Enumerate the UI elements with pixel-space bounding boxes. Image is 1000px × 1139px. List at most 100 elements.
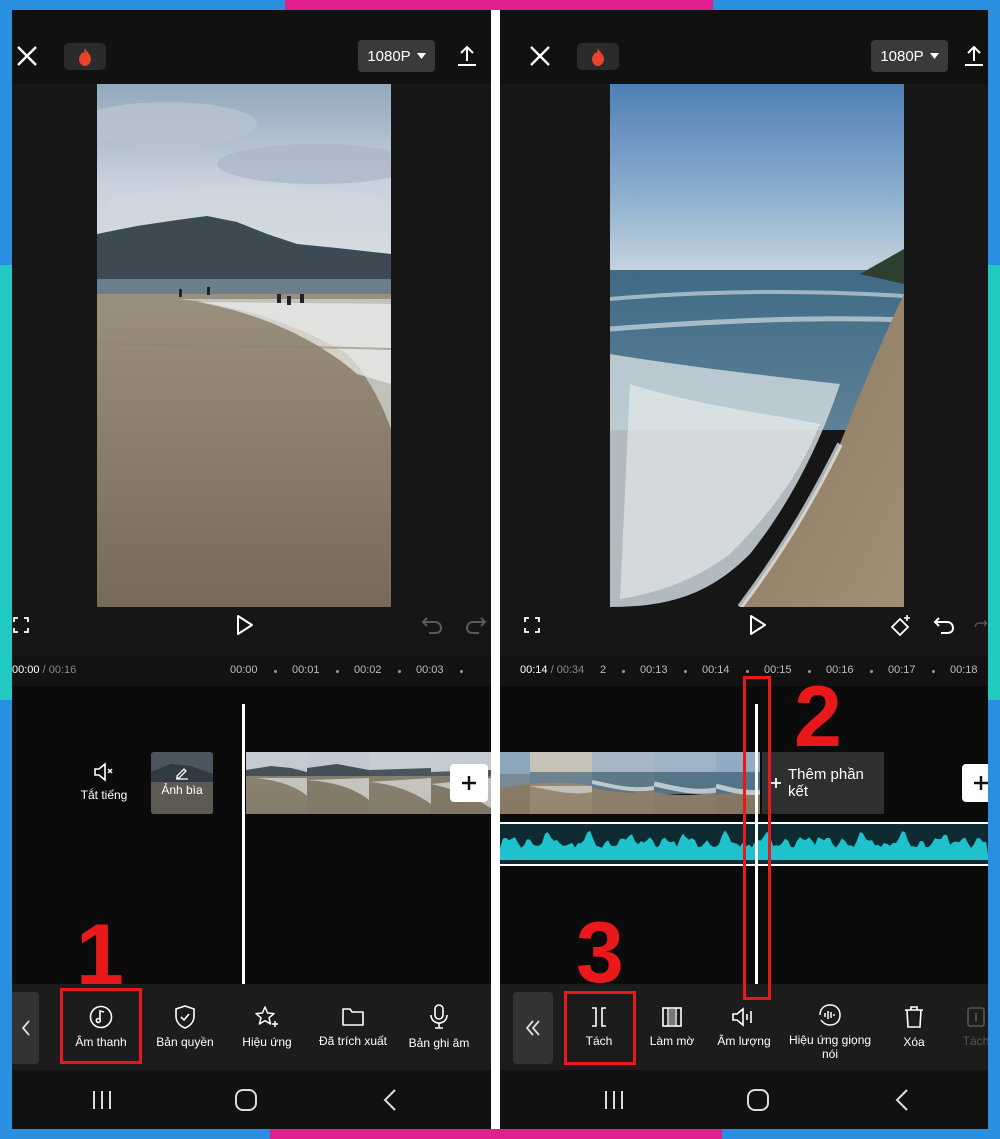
shield-check-icon <box>175 1005 195 1029</box>
redo-icon[interactable] <box>974 608 988 642</box>
back-button[interactable] <box>12 992 39 1064</box>
video-frame-beach-mountain[interactable] <box>97 84 391 607</box>
caret-down-icon <box>416 53 426 59</box>
highlight-split-tool <box>564 991 636 1065</box>
close-icon[interactable] <box>525 40 555 72</box>
add-ending-line1: Thêm phần <box>788 766 864 783</box>
ruler-tick: 00:01 <box>292 664 320 676</box>
fullscreen-icon[interactable] <box>12 608 30 642</box>
ruler-dot <box>932 670 935 673</box>
playback-controls <box>500 608 988 642</box>
ruler-dot <box>746 670 749 673</box>
top-bar: 1080P <box>12 10 491 84</box>
close-icon[interactable] <box>12 40 42 72</box>
clip-thumbnail <box>500 752 530 814</box>
ruler-tick: 00:00 <box>230 664 258 676</box>
back-nav-icon[interactable] <box>372 1086 408 1114</box>
fire-icon[interactable] <box>64 43 106 70</box>
blur-icon <box>662 1007 682 1027</box>
resolution-selector[interactable]: 1080P <box>871 40 948 72</box>
add-clip-button[interactable] <box>450 764 488 802</box>
edit-pencil-icon <box>176 768 188 780</box>
star-sparkle-icon <box>255 1006 278 1027</box>
recent-apps-icon[interactable] <box>596 1086 632 1114</box>
play-icon[interactable] <box>230 608 260 642</box>
left-screenshot-panel: 1080P 00:00 / 00:16 00:00 00:01 00:02 00… <box>12 10 491 1129</box>
tool-extract-partial[interactable]: Tách <box>956 984 988 1070</box>
right-screenshot-panel: 1080P 00:14 / 00:34 2 00:13 00:14 00:15 … <box>500 10 988 1129</box>
resolution-label: 1080P <box>367 47 411 65</box>
ruler-tick: 00:13 <box>640 664 668 676</box>
clip-thumbnail <box>592 752 654 814</box>
voice-effect-icon <box>819 1004 841 1026</box>
speaker-icon <box>94 762 113 782</box>
chevron-left-icon <box>21 1020 30 1036</box>
fire-icon[interactable] <box>577 43 619 70</box>
ruler-tick: 2 <box>600 664 607 676</box>
ruler-tick: 00:17 <box>888 664 916 676</box>
step-number-2: 2 <box>794 669 842 765</box>
play-icon[interactable] <box>743 608 773 642</box>
android-nav-bar <box>500 1070 988 1129</box>
android-nav-bar <box>12 1070 491 1129</box>
undo-icon[interactable] <box>418 608 446 642</box>
extract-icon <box>967 1007 985 1027</box>
home-icon[interactable] <box>740 1086 776 1114</box>
clip-thumbnail <box>307 752 369 814</box>
mute-label: Tắt tiếng <box>80 788 128 802</box>
clip-thumbnail <box>530 752 592 814</box>
resolution-selector[interactable]: 1080P <box>358 40 435 72</box>
frame-accent-right-teal <box>988 265 1000 700</box>
upload-icon[interactable] <box>452 40 482 72</box>
clip-thumbnail <box>369 752 431 814</box>
ruler-dot <box>398 670 401 673</box>
plus-icon <box>771 778 781 788</box>
upload-icon[interactable] <box>964 40 988 72</box>
undo-icon[interactable] <box>930 608 958 642</box>
clip-thumbnail <box>246 752 307 814</box>
home-icon[interactable] <box>228 1086 264 1114</box>
trash-icon <box>905 1006 923 1028</box>
resolution-label: 1080P <box>880 47 924 65</box>
tool-extracted[interactable]: Đã trích xuất <box>310 984 396 1070</box>
collapse-button[interactable] <box>513 992 553 1064</box>
redo-icon[interactable] <box>462 608 490 642</box>
playhead-line[interactable] <box>242 704 245 992</box>
double-chevron-left-icon <box>525 1020 540 1036</box>
playhead-time: 00:00 / 00:16 <box>12 664 77 676</box>
video-preview-area <box>500 84 988 656</box>
add-clip-button[interactable] <box>962 764 988 802</box>
clip-thumbnail <box>654 752 716 814</box>
back-nav-icon[interactable] <box>884 1086 920 1114</box>
top-bar: 1080P <box>500 10 988 84</box>
volume-icon <box>732 1007 752 1027</box>
ruler-dot <box>274 670 277 673</box>
video-track[interactable] <box>500 752 760 814</box>
cover-label: Ảnh bìa <box>161 783 203 797</box>
keyframe-icon[interactable] <box>886 608 916 642</box>
tool-voice-effects[interactable]: Hiệu ứng giọng nói <box>782 984 878 1070</box>
ruler-dot <box>684 670 687 673</box>
tool-copyright[interactable]: Bản quyền <box>146 984 224 1070</box>
tool-voice-record[interactable]: Bản ghi âm <box>400 984 478 1070</box>
tool-blur[interactable]: Làm mờ <box>640 984 704 1070</box>
tool-delete[interactable]: Xóa <box>884 984 944 1070</box>
video-track[interactable] <box>246 752 491 814</box>
frame-accent-left-teal <box>0 265 12 700</box>
ruler-tick: 00:03 <box>416 664 444 676</box>
fullscreen-icon[interactable] <box>520 608 544 642</box>
caret-down-icon <box>929 53 939 59</box>
recent-apps-icon[interactable] <box>84 1086 120 1114</box>
ruler-tick: 00:02 <box>354 664 382 676</box>
ruler-dot <box>460 670 463 673</box>
video-frame-beach-waves[interactable] <box>610 84 904 607</box>
tool-effects[interactable]: Hiệu ứng <box>228 984 306 1070</box>
mute-button[interactable]: Tắt tiếng <box>74 762 134 806</box>
step-number-3: 3 <box>576 905 624 1001</box>
add-ending-line2: kết <box>788 783 809 800</box>
cover-button[interactable]: Ảnh bìa <box>151 752 213 814</box>
video-preview-area <box>12 84 491 656</box>
playhead-time: 00:14 / 00:34 <box>520 664 585 676</box>
ruler-dot <box>870 670 873 673</box>
folder-icon <box>342 1008 364 1026</box>
